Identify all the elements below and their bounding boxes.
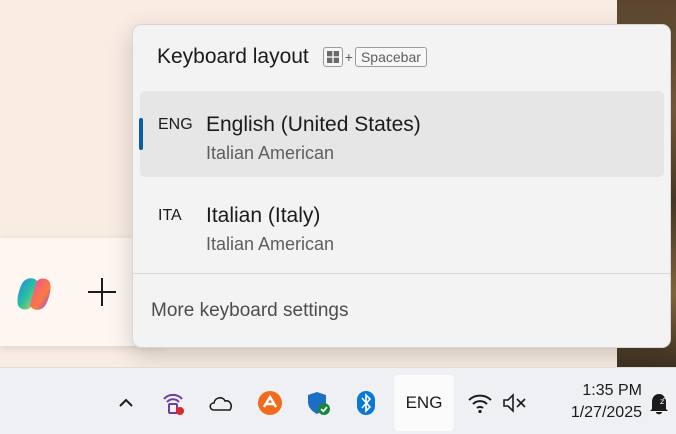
selection-indicator	[139, 118, 143, 150]
layout-keyboard: Italian American	[206, 234, 335, 254]
copilot-icon[interactable]	[14, 275, 54, 313]
layout-name: Italian (Italy)	[206, 204, 321, 227]
svg-text:z: z	[663, 394, 666, 401]
vpn-icon[interactable]	[160, 390, 186, 416]
input-indicator-button[interactable]: ENG	[394, 375, 454, 431]
notification-icon[interactable]: z z	[646, 390, 672, 416]
layout-item-ita[interactable]: ITA Italian (Italy) Italian American	[140, 182, 664, 268]
defender-icon[interactable]	[306, 390, 332, 416]
layout-keyboard: Italian American	[206, 143, 335, 163]
wifi-icon[interactable]	[467, 390, 493, 416]
layout-item-eng[interactable]: ENG English (United States) Italian Amer…	[139, 91, 664, 177]
chevron-up-icon[interactable]	[113, 390, 139, 416]
shortcut-plus: +	[344, 49, 353, 65]
volume-muted-icon[interactable]	[502, 390, 528, 416]
add-button[interactable]	[84, 274, 120, 310]
divider	[133, 273, 670, 274]
clock-date: 1/27/2025	[570, 404, 642, 421]
clock-time: 1:35 PM	[582, 382, 642, 399]
avast-icon[interactable]	[257, 390, 283, 416]
flyout-title: Keyboard layout	[157, 45, 309, 68]
taskbar: ENG 1:35 PM 1/27/2025 z z	[0, 367, 676, 434]
layout-code: ENG	[158, 116, 193, 133]
flyout-header: Keyboard layout + Spacebar	[157, 45, 427, 69]
spacebar-key: Spacebar	[354, 47, 427, 67]
layout-name: English (United States)	[206, 113, 421, 136]
clock[interactable]: 1:35 PM 1/27/2025	[546, 380, 642, 424]
windows-key-icon	[322, 47, 343, 67]
more-keyboard-settings-link[interactable]: More keyboard settings	[151, 300, 349, 322]
layout-code: ITA	[158, 207, 182, 224]
onedrive-icon[interactable]	[208, 390, 234, 416]
shortcut-hint: + Spacebar	[322, 47, 427, 67]
bluetooth-icon[interactable]	[353, 390, 379, 416]
keyboard-layout-flyout: Keyboard layout + Spacebar ENG English (…	[132, 24, 671, 348]
